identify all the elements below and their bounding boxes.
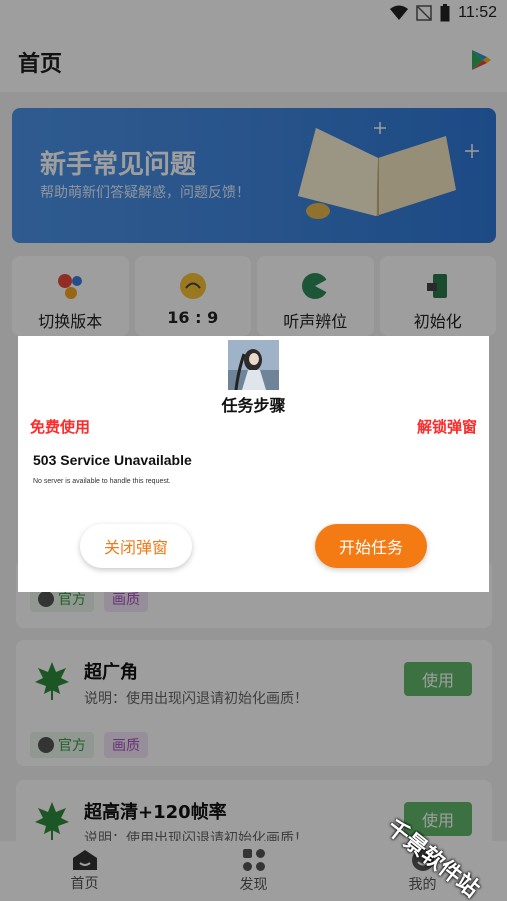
close-popup-button[interactable]: 关闭弹窗 (80, 524, 192, 568)
unlock-popup-label[interactable]: 解锁弹窗 (417, 416, 477, 437)
free-use-label[interactable]: 免费使用 (30, 416, 90, 437)
avatar (228, 340, 279, 390)
error-title: 503 Service Unavailable (33, 452, 192, 468)
error-body: No server is available to handle this re… (33, 478, 171, 485)
dialog-title: 任务步骤 (221, 396, 286, 415)
start-task-button[interactable]: 开始任务 (315, 524, 427, 568)
task-dialog: 任务步骤 免费使用 解锁弹窗 503 Service Unavailable N… (18, 336, 489, 592)
